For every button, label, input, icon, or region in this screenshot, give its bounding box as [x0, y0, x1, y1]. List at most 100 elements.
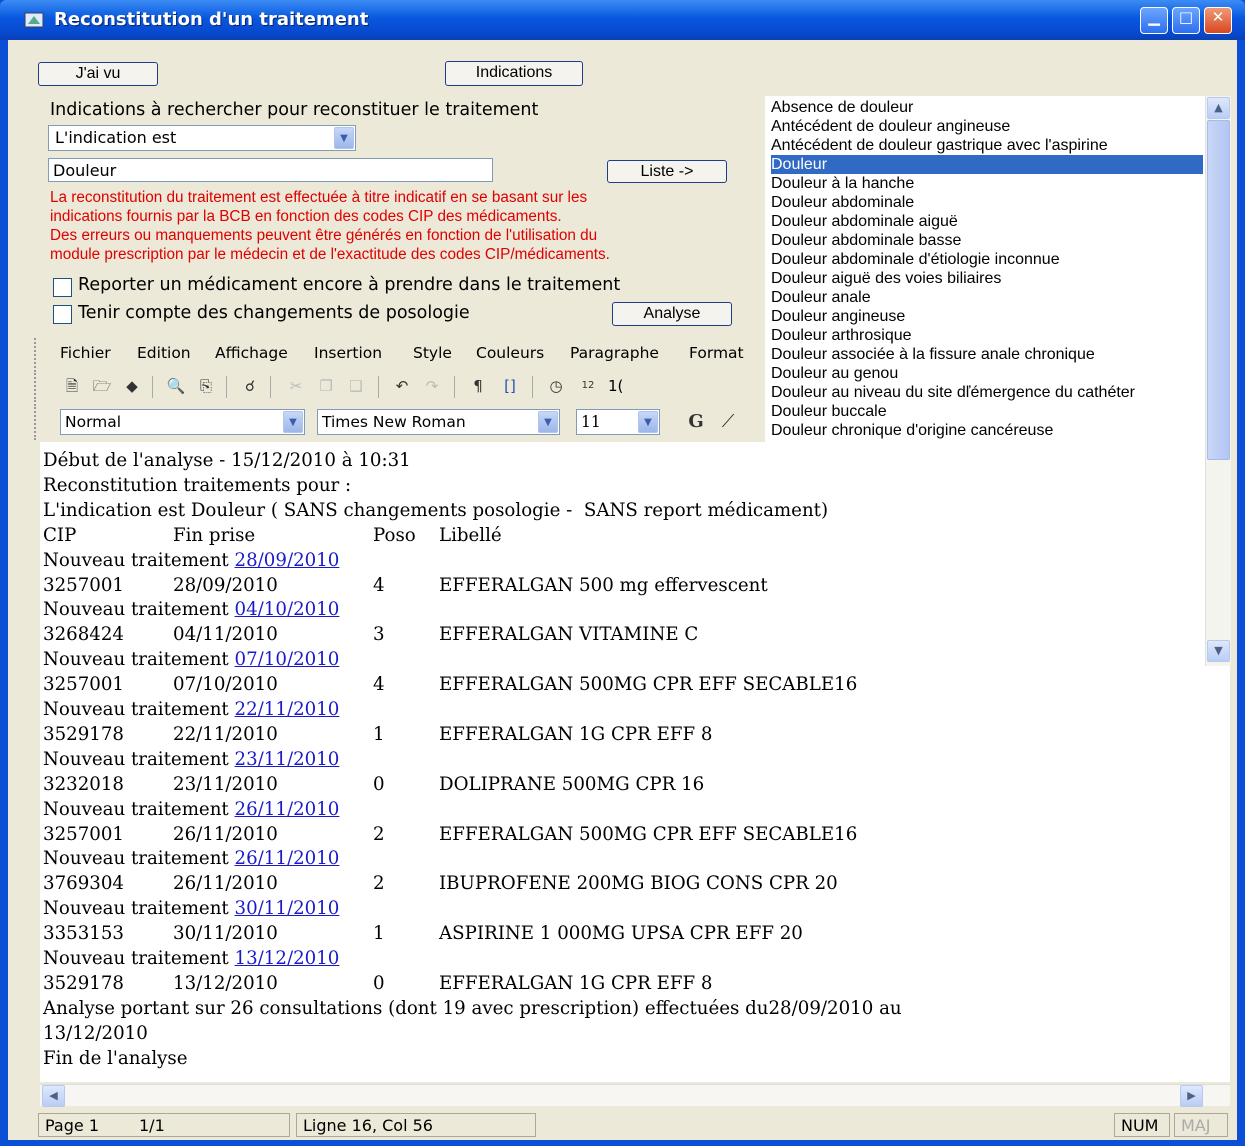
treatment-date-link[interactable]: 30/11/2010 [235, 898, 340, 919]
scroll-up-icon[interactable]: ▲ [1207, 97, 1230, 119]
indication-item[interactable]: Douleur abdominale d'étiologie inconnue [771, 250, 1203, 269]
chevron-down-icon[interactable]: ▼ [283, 411, 303, 433]
window-title: Reconstitution d'un traitement [54, 9, 369, 30]
indication-item[interactable]: Douleur buccale [771, 402, 1203, 421]
treatment-date-link[interactable]: 23/11/2010 [235, 749, 340, 770]
chevron-down-icon[interactable]: ▼ [638, 411, 658, 433]
chevron-down-icon[interactable]: ▼ [334, 127, 354, 149]
status-position: Ligne 16, Col 56 [296, 1113, 536, 1137]
paste-icon[interactable]: ❑ [344, 374, 368, 398]
treatment-date-link[interactable]: 26/11/2010 [235, 799, 340, 820]
style-select[interactable]: Normal ▼ [60, 409, 305, 435]
indication-item[interactable]: Douleur anale [771, 288, 1203, 307]
save-icon[interactable]: ◆ [120, 374, 144, 398]
treatment-date-link[interactable]: 07/10/2010 [235, 649, 340, 670]
report-text: Début de l'analyse - 15/12/2010 à 10:31 [43, 450, 411, 471]
indication-item[interactable]: Douleur au genou [771, 364, 1203, 383]
menu-style[interactable]: Style [413, 344, 452, 362]
open-folder-icon[interactable]: 🗁 [90, 374, 114, 398]
indication-item[interactable]: Douleur chronique d'origine cancéreuse [771, 421, 1203, 440]
indication-item[interactable]: Antécédent de douleur angineuse [771, 117, 1203, 136]
indication-item[interactable]: Douleur abdominale [771, 193, 1203, 212]
font-select-value: Times New Roman [322, 413, 466, 431]
field-icon[interactable]: [] [498, 374, 522, 398]
summary-text: Analyse portant sur 26 consultations (do… [43, 997, 902, 1019]
clock-icon[interactable]: ◷ [544, 374, 568, 398]
indication-item[interactable]: Douleur abdominale aiguë [771, 212, 1203, 231]
indication-item[interactable]: Douleur [771, 155, 1203, 174]
indication-item[interactable]: Douleur au niveau du site dľémergence du… [771, 383, 1203, 402]
copy-icon[interactable]: ❐ [314, 374, 338, 398]
undo-icon[interactable]: ↶ [390, 374, 414, 398]
status-num: NUM [1114, 1113, 1170, 1137]
libelle: EFFERALGAN 1G CPR EFF 8 [439, 723, 713, 745]
italic-icon[interactable]: ⟋ [716, 410, 740, 434]
indication-item[interactable]: Douleur angineuse [771, 307, 1203, 326]
redo-icon[interactable]: ↷ [420, 374, 444, 398]
cip-code: 3232018 [43, 773, 125, 795]
horizontal-scrollbar[interactable]: ◀ ▶ [40, 1084, 1230, 1107]
report-editor[interactable]: Début de l'analyse - 15/12/2010 à 10:31 R… [40, 442, 1230, 1082]
bold-button[interactable]: G [684, 410, 708, 434]
indication-item[interactable]: Douleur associée à la fissure anale chro… [771, 345, 1203, 364]
indication-item[interactable]: Absence de douleur [771, 98, 1203, 117]
indications-list[interactable]: Absence de douleur Antécédent de douleur … [765, 96, 1231, 444]
scroll-left-icon[interactable]: ◀ [42, 1085, 65, 1107]
print-preview-icon[interactable]: 🔍 [164, 374, 188, 398]
indication-item[interactable]: Douleur aiguë des voies biliaires [771, 269, 1203, 288]
treatment-date-link[interactable]: 04/10/2010 [235, 599, 340, 620]
report-line: Nouveau traitement 13/12/2010 [43, 948, 339, 973]
menu-edition[interactable]: Edition [137, 344, 191, 362]
chevron-down-icon[interactable]: ▼ [538, 411, 558, 433]
menu-couleurs[interactable]: Couleurs [476, 344, 544, 362]
paragraph-mark-icon[interactable]: ¶ [466, 374, 490, 398]
jai-vu-button[interactable]: J'ai vu [38, 62, 158, 86]
scrollbar-thumb[interactable] [1207, 120, 1230, 460]
font-size-select[interactable]: 11 ▼ [576, 409, 660, 435]
menu-format[interactable]: Format [689, 344, 744, 362]
calendar-icon[interactable]: 12 [576, 374, 600, 398]
indication-item[interactable]: Douleur abdominale basse [771, 231, 1203, 250]
zoom-field-partial[interactable]: 1( [608, 377, 623, 395]
indication-item[interactable]: Douleur arthrosique [771, 326, 1203, 345]
menu-fichier[interactable]: Fichier [60, 344, 111, 362]
treatment-date-link[interactable]: 28/09/2010 [235, 550, 340, 571]
indications-button[interactable]: Indications [445, 61, 583, 86]
indication-search-input[interactable] [48, 158, 493, 182]
cut-icon[interactable]: ✂ [284, 374, 308, 398]
new-treatment-label: Nouveau traitement [43, 748, 229, 770]
condition-select[interactable]: L'indication est ▼ [48, 125, 356, 151]
cip-code: 3529178 [43, 723, 125, 745]
cip-code: 3257001 [43, 674, 125, 696]
treatment-date-link[interactable]: 22/11/2010 [235, 699, 340, 720]
fin-prise: 28/09/2010 [173, 574, 278, 596]
scroll-down-icon[interactable]: ▼ [1207, 640, 1230, 662]
scroll-right-icon[interactable]: ▶ [1180, 1085, 1203, 1107]
style-select-value: Normal [65, 413, 122, 431]
menu-insertion[interactable]: Insertion [314, 344, 382, 362]
treatment-date-link[interactable]: 13/12/2010 [235, 948, 340, 969]
fin-prise: 04/11/2010 [173, 624, 278, 646]
font-select[interactable]: Times New Roman ▼ [317, 409, 560, 435]
vertical-scrollbar[interactable]: ▲ ▼ [1205, 96, 1231, 666]
close-button[interactable]: ✕ [1204, 7, 1232, 34]
posologie-checkbox[interactable] [53, 305, 72, 324]
print-icon[interactable]: ⎘ [194, 374, 218, 398]
indication-item[interactable]: Antécédent de douleur gastrique avec l'a… [771, 136, 1203, 155]
libelle: DOLIPRANE 500MG CPR 16 [439, 773, 705, 795]
warning-line: La reconstitution du traitement est effe… [50, 189, 588, 206]
maximize-button[interactable]: □ [1172, 7, 1200, 34]
find-icon[interactable]: ☌ [238, 374, 262, 398]
report-medicament-checkbox[interactable] [53, 278, 72, 297]
minimize-button[interactable]: ▁ [1140, 7, 1168, 34]
menu-paragraphe[interactable]: Paragraphe [570, 344, 659, 362]
treatment-date-link[interactable]: 26/11/2010 [235, 848, 340, 869]
search-heading: Indications à rechercher pour reconstitu… [50, 100, 539, 120]
analyse-button[interactable]: Analyse [612, 302, 732, 326]
new-document-icon[interactable]: 🗎 [60, 374, 84, 398]
new-treatment-label: Nouveau traitement [43, 649, 229, 671]
indication-item[interactable]: Douleur à la hanche [771, 174, 1203, 193]
main-window: Reconstitution d'un traitement ▁ □ ✕ J'a… [0, 0, 1245, 1146]
menu-affichage[interactable]: Affichage [215, 344, 288, 362]
liste-button[interactable]: Liste -> [607, 160, 727, 183]
